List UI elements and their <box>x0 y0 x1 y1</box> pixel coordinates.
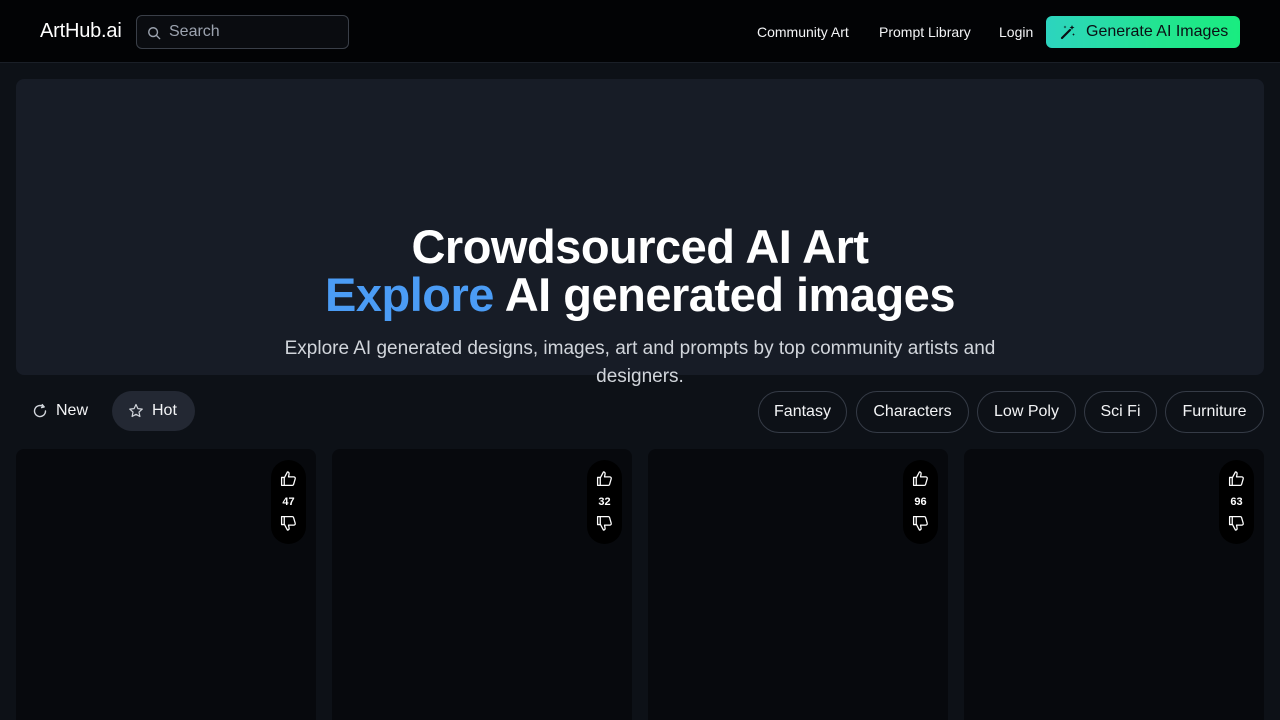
hero-title-line-1: Crowdsourced AI Art <box>411 220 869 273</box>
thumbs-down-icon[interactable] <box>1228 515 1245 532</box>
search-input[interactable] <box>169 22 339 42</box>
refresh-icon <box>33 403 47 418</box>
sort-hot-label: Hot <box>152 402 177 419</box>
hero-subtitle: Explore AI generated designs, images, ar… <box>284 338 996 387</box>
vote-count: 63 <box>1230 496 1243 508</box>
image-card[interactable]: 63 <box>964 449 1264 720</box>
top-navbar: ArtHub.ai Community Art Prompt Library L… <box>0 0 1280 63</box>
star-icon <box>129 403 143 418</box>
generate-button-label: Generate AI Images <box>1086 23 1229 40</box>
vote-count: 96 <box>914 496 927 508</box>
thumbs-up-icon[interactable] <box>280 470 297 487</box>
sort-new-button[interactable]: New <box>16 391 104 431</box>
hero-section: Crowdsourced AI Art Explore AI generated… <box>16 79 1264 387</box>
category-characters[interactable]: Characters <box>856 391 969 433</box>
hero-title-line-2: Explore AI generated images <box>16 271 1264 319</box>
image-card[interactable]: 32 <box>332 449 632 720</box>
hero-title-accent: Explore <box>325 268 494 321</box>
category-fantasy[interactable]: Fantasy <box>758 391 847 433</box>
hero-title-rest: AI generated images <box>493 268 956 321</box>
sort-new-label: New <box>56 402 89 419</box>
thumbs-down-icon[interactable] <box>596 515 613 532</box>
category-furniture[interactable]: Furniture <box>1165 391 1264 433</box>
vote-widget: 47 <box>271 460 306 544</box>
image-card[interactable]: 47 <box>16 449 316 720</box>
category-low-poly[interactable]: Low Poly <box>977 391 1076 433</box>
vote-count: 32 <box>598 496 611 508</box>
generate-ai-images-button[interactable]: Generate AI Images <box>1046 16 1240 48</box>
nav-login[interactable]: Login <box>999 24 1033 40</box>
thumbs-up-icon[interactable] <box>1228 470 1245 487</box>
image-card[interactable]: 96 <box>648 449 948 720</box>
thumbs-up-icon[interactable] <box>596 470 613 487</box>
search-box[interactable] <box>136 15 349 49</box>
search-icon <box>148 27 161 40</box>
thumbs-up-icon[interactable] <box>912 470 929 487</box>
vote-count: 47 <box>282 496 295 508</box>
vote-widget: 32 <box>587 460 622 544</box>
nav-prompt-library[interactable]: Prompt Library <box>879 24 971 40</box>
brand-logo[interactable]: ArtHub.ai <box>40 20 122 43</box>
nav-community-art[interactable]: Community Art <box>757 24 849 40</box>
thumbs-down-icon[interactable] <box>912 515 929 532</box>
vote-widget: 63 <box>1219 460 1254 544</box>
vote-widget: 96 <box>903 460 938 544</box>
sort-hot-button[interactable]: Hot <box>112 391 195 431</box>
thumbs-down-icon[interactable] <box>280 515 297 532</box>
magic-wand-icon <box>1060 25 1075 40</box>
category-sci-fi[interactable]: Sci Fi <box>1084 391 1157 433</box>
